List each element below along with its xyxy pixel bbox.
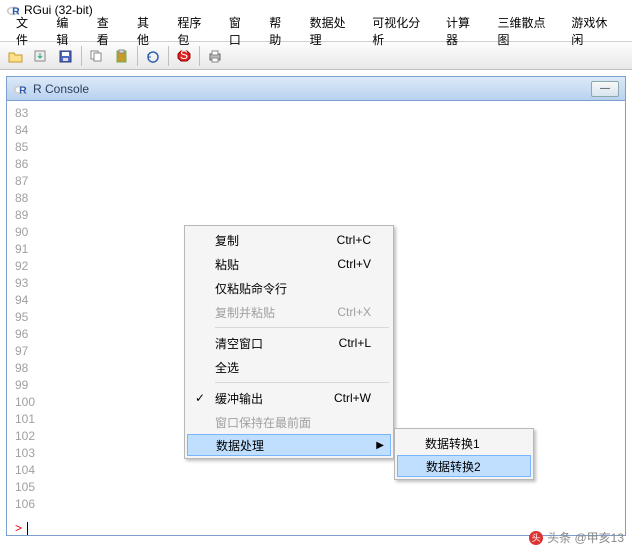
line-number: 85 [15, 139, 617, 156]
separator [199, 46, 200, 66]
cm-copy[interactable]: 复制Ctrl+C [187, 228, 391, 252]
cm-paste[interactable]: 粘贴Ctrl+V [187, 252, 391, 276]
menu-bar: 文件 编辑 查看 其他 程序包 窗口 帮助 数据处理 可视化分析 计算器 三维散… [0, 20, 632, 42]
paste-button[interactable] [110, 45, 134, 67]
cm-copy-paste: 复制并粘贴Ctrl+X [187, 300, 391, 324]
menu-games[interactable]: 游戏休闲 [563, 12, 624, 50]
cm-paste-cmd[interactable]: 仅粘贴命令行 [187, 276, 391, 300]
cm-select-all[interactable]: 全选 [187, 355, 391, 379]
copy-paste-button[interactable] [141, 45, 165, 67]
line-number: 84 [15, 122, 617, 139]
print-button[interactable] [203, 45, 227, 67]
chevron-right-icon: ▶ [376, 440, 384, 451]
svg-text:R: R [19, 84, 27, 96]
line-number: 89 [15, 207, 617, 224]
menu-viz[interactable]: 可视化分析 [364, 12, 436, 50]
separator [81, 46, 82, 66]
line-number: 87 [15, 173, 617, 190]
submenu-data: 数据转换1 数据转换2 [394, 428, 534, 480]
separator [168, 46, 169, 66]
cm-clear[interactable]: 清空窗口Ctrl+L [187, 331, 391, 355]
separator [215, 382, 389, 383]
watermark: 头 头条 @甲亥13 [529, 529, 624, 546]
cursor [27, 522, 28, 535]
stop-button[interactable]: STOP [172, 45, 196, 67]
window-controls: — [591, 81, 619, 97]
console-title: R Console [33, 82, 591, 96]
r-logo-icon: R [13, 82, 27, 96]
check-icon: ✓ [195, 391, 205, 405]
line-number: 86 [15, 156, 617, 173]
prompt: > [15, 521, 22, 535]
separator [215, 327, 389, 328]
menu-3d[interactable]: 三维散点图 [490, 12, 562, 50]
cm-buffered[interactable]: ✓缓冲输出Ctrl+W [187, 386, 391, 410]
cm-ontop: 窗口保持在最前面 [187, 410, 391, 434]
toutiao-icon: 头 [529, 531, 543, 545]
menu-help[interactable]: 帮助 [261, 12, 299, 50]
separator [137, 46, 138, 66]
save-button[interactable] [54, 45, 78, 67]
minimize-button[interactable]: — [591, 81, 619, 97]
sm-convert2[interactable]: 数据转换2 [397, 455, 531, 477]
cm-data[interactable]: 数据处理▶ [187, 434, 391, 456]
context-menu: 复制Ctrl+C 粘贴Ctrl+V 仅粘贴命令行 复制并粘贴Ctrl+X 清空窗… [184, 225, 394, 459]
line-number: 83 [15, 105, 617, 122]
copy-button[interactable] [85, 45, 109, 67]
console-title-bar[interactable]: R R Console — [7, 77, 625, 101]
line-number: 88 [15, 190, 617, 207]
sm-convert1[interactable]: 数据转换1 [397, 431, 531, 455]
open-button[interactable] [4, 45, 28, 67]
line-number: 105 [15, 479, 617, 496]
load-button[interactable] [29, 45, 53, 67]
menu-data[interactable]: 数据处理 [302, 12, 363, 50]
svg-text:STOP: STOP [180, 49, 192, 62]
watermark-text: 头条 @甲亥13 [547, 529, 624, 546]
menu-calc[interactable]: 计算器 [438, 12, 488, 50]
line-number: 106 [15, 496, 617, 513]
